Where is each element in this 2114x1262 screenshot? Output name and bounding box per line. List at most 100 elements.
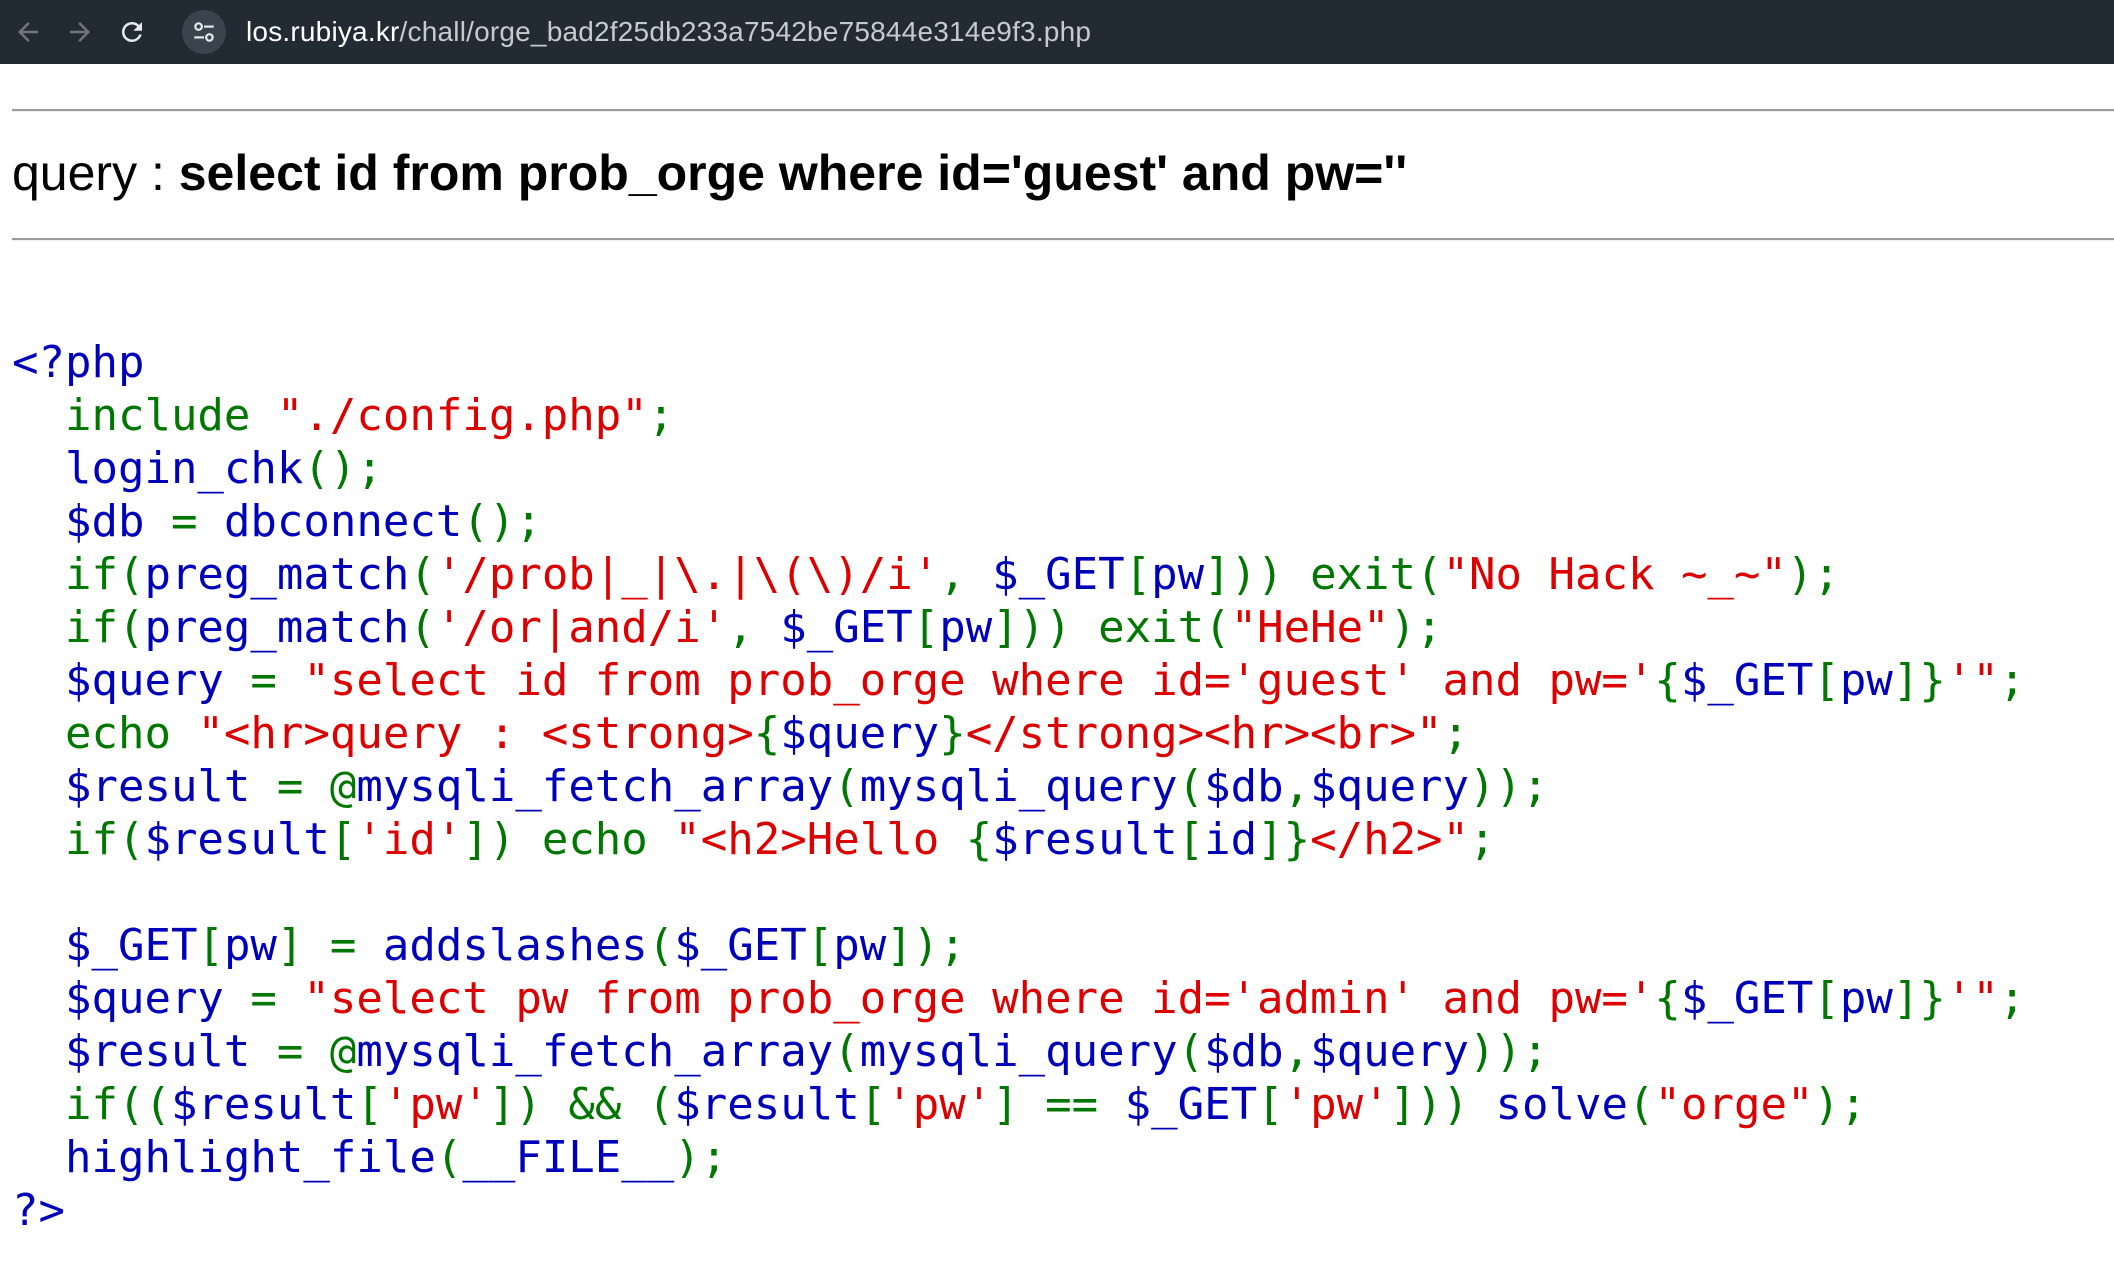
code-token: ( bbox=[409, 549, 436, 600]
code-token: '/or|and/i' bbox=[435, 602, 728, 653]
code-token: ( bbox=[409, 602, 436, 653]
code-token: { bbox=[1654, 655, 1681, 706]
code-token: $query bbox=[12, 973, 251, 1024]
code-token: $result bbox=[12, 761, 277, 812]
code-token: pw bbox=[1151, 549, 1205, 600]
code-token: $db bbox=[1204, 761, 1284, 812]
code-token: 'pw' bbox=[1283, 1079, 1390, 1130]
query-label: query : bbox=[12, 145, 179, 201]
code-token: pw bbox=[1839, 655, 1893, 706]
code-token: $db bbox=[1204, 1026, 1284, 1077]
code-line: $query = "select id from prob_orge where… bbox=[12, 654, 2025, 707]
code-token: ])) exit( bbox=[1204, 549, 1443, 600]
code-line: $query = "select pw from prob_orge where… bbox=[12, 972, 2025, 1025]
code-token: [ bbox=[1257, 1079, 1284, 1130]
code-token: ]} bbox=[1892, 655, 1946, 706]
code-token: ?> bbox=[12, 1185, 65, 1236]
url-text[interactable]: los.rubiya.kr/chall/orge_bad2f25db233a75… bbox=[246, 16, 1091, 48]
code-line: echo "<hr>query : <strong>{$query}</stro… bbox=[12, 707, 2025, 760]
code-token: "<h2>Hello bbox=[674, 814, 966, 865]
code-token: if( bbox=[12, 549, 145, 600]
code-token: solve bbox=[1495, 1079, 1628, 1130]
code-token: = bbox=[170, 496, 224, 547]
code-token: ( bbox=[1628, 1079, 1655, 1130]
code-token: <?php bbox=[12, 337, 145, 388]
code-token: = bbox=[250, 655, 304, 706]
code-token: </strong><hr><br>" bbox=[965, 708, 1443, 759]
code-token: ; bbox=[1442, 708, 1470, 759]
code-token: ( bbox=[1177, 1026, 1205, 1077]
code-token: "<hr>query : <strong> bbox=[197, 708, 754, 759]
code-token: $_GET bbox=[1124, 1079, 1258, 1130]
code-token: [ bbox=[356, 1079, 383, 1130]
code-token: ]) echo bbox=[462, 814, 675, 865]
code-token: highlight_file bbox=[12, 1132, 436, 1183]
code-token: ; bbox=[1998, 973, 2026, 1024]
code-token: = @ bbox=[276, 1026, 357, 1077]
code-line: if(preg_match('/or|and/i', $_GET[pw])) e… bbox=[12, 601, 2025, 654]
code-token: if( bbox=[12, 814, 145, 865]
code-token: pw bbox=[223, 920, 277, 971]
code-token: ]} bbox=[1892, 973, 1946, 1024]
code-token: (); bbox=[462, 496, 542, 547]
code-token: '" bbox=[1945, 973, 1999, 1024]
back-arrow-icon bbox=[18, 22, 38, 42]
code-line: if(($result['pw']) && ($result['pw'] == … bbox=[12, 1078, 2025, 1131]
code-token: preg_match bbox=[144, 602, 410, 653]
code-token: ( bbox=[833, 761, 860, 812]
query-sql: select id from prob_orge where id='guest… bbox=[178, 145, 1408, 201]
code-token: [ bbox=[1177, 814, 1205, 865]
code-token: $_GET bbox=[674, 920, 807, 971]
forward-button[interactable] bbox=[60, 12, 100, 52]
code-token: ]} bbox=[1257, 814, 1311, 865]
top-divider bbox=[12, 109, 2114, 112]
code-token: [ bbox=[912, 602, 940, 653]
code-token: 'pw' bbox=[382, 1079, 489, 1130]
url-host: los.rubiya.kr bbox=[246, 16, 400, 47]
code-token: "select id from prob_orge where id='gues… bbox=[303, 655, 1655, 706]
code-token: ]) && ( bbox=[488, 1079, 675, 1130]
code-token: $query bbox=[12, 655, 251, 706]
code-token: $query bbox=[780, 708, 940, 759]
back-button[interactable] bbox=[8, 12, 48, 52]
code-token: 'id' bbox=[356, 814, 463, 865]
code-token: pw bbox=[1839, 973, 1893, 1024]
code-token: ); bbox=[1786, 549, 1840, 600]
code-token: include bbox=[12, 390, 277, 441]
browser-toolbar: los.rubiya.kr/chall/orge_bad2f25db233a75… bbox=[0, 0, 2114, 64]
code-token: { bbox=[965, 814, 993, 865]
code-token: ); bbox=[1813, 1079, 1867, 1130]
code-token: ( bbox=[833, 1026, 860, 1077]
code-token: [ bbox=[1813, 973, 1840, 1024]
reload-button[interactable] bbox=[112, 12, 152, 52]
site-settings-button[interactable] bbox=[182, 10, 226, 54]
code-token: $_GET bbox=[12, 920, 198, 971]
code-token: $query bbox=[1310, 761, 1470, 812]
code-token: pw bbox=[833, 920, 887, 971]
code-token: ); bbox=[1389, 602, 1443, 653]
code-token: = bbox=[250, 973, 304, 1024]
code-token: ; bbox=[1998, 655, 2026, 706]
code-token: [ bbox=[859, 1079, 887, 1130]
code-token: 'pw' bbox=[886, 1079, 993, 1130]
code-token: [ bbox=[197, 920, 224, 971]
code-token: [ bbox=[1813, 655, 1840, 706]
code-token: </h2>" bbox=[1310, 814, 1470, 865]
code-line: $_GET[pw] = addslashes($_GET[pw]); bbox=[12, 919, 2025, 972]
code-line: <?php bbox=[12, 336, 2025, 389]
code-token: ( bbox=[647, 920, 675, 971]
address-bar[interactable]: los.rubiya.kr/chall/orge_bad2f25db233a75… bbox=[176, 6, 2056, 58]
code-token: ])) exit( bbox=[992, 602, 1231, 653]
code-token: $_GET bbox=[1680, 973, 1814, 1024]
code-token: ; bbox=[647, 390, 675, 441]
code-token: if( bbox=[12, 602, 145, 653]
code-token: $query bbox=[1310, 1026, 1470, 1077]
code-token: echo bbox=[12, 708, 198, 759]
code-token: ] = bbox=[276, 920, 383, 971]
code-token: $result bbox=[12, 1026, 277, 1077]
code-line: highlight_file(__FILE__); bbox=[12, 1131, 2025, 1184]
code-token: '/prob|_|\.|\(\)/i' bbox=[435, 549, 940, 600]
code-token: ]); bbox=[886, 920, 966, 971]
php-source-code: <?php include "./config.php"; login_chk(… bbox=[12, 336, 2025, 1237]
